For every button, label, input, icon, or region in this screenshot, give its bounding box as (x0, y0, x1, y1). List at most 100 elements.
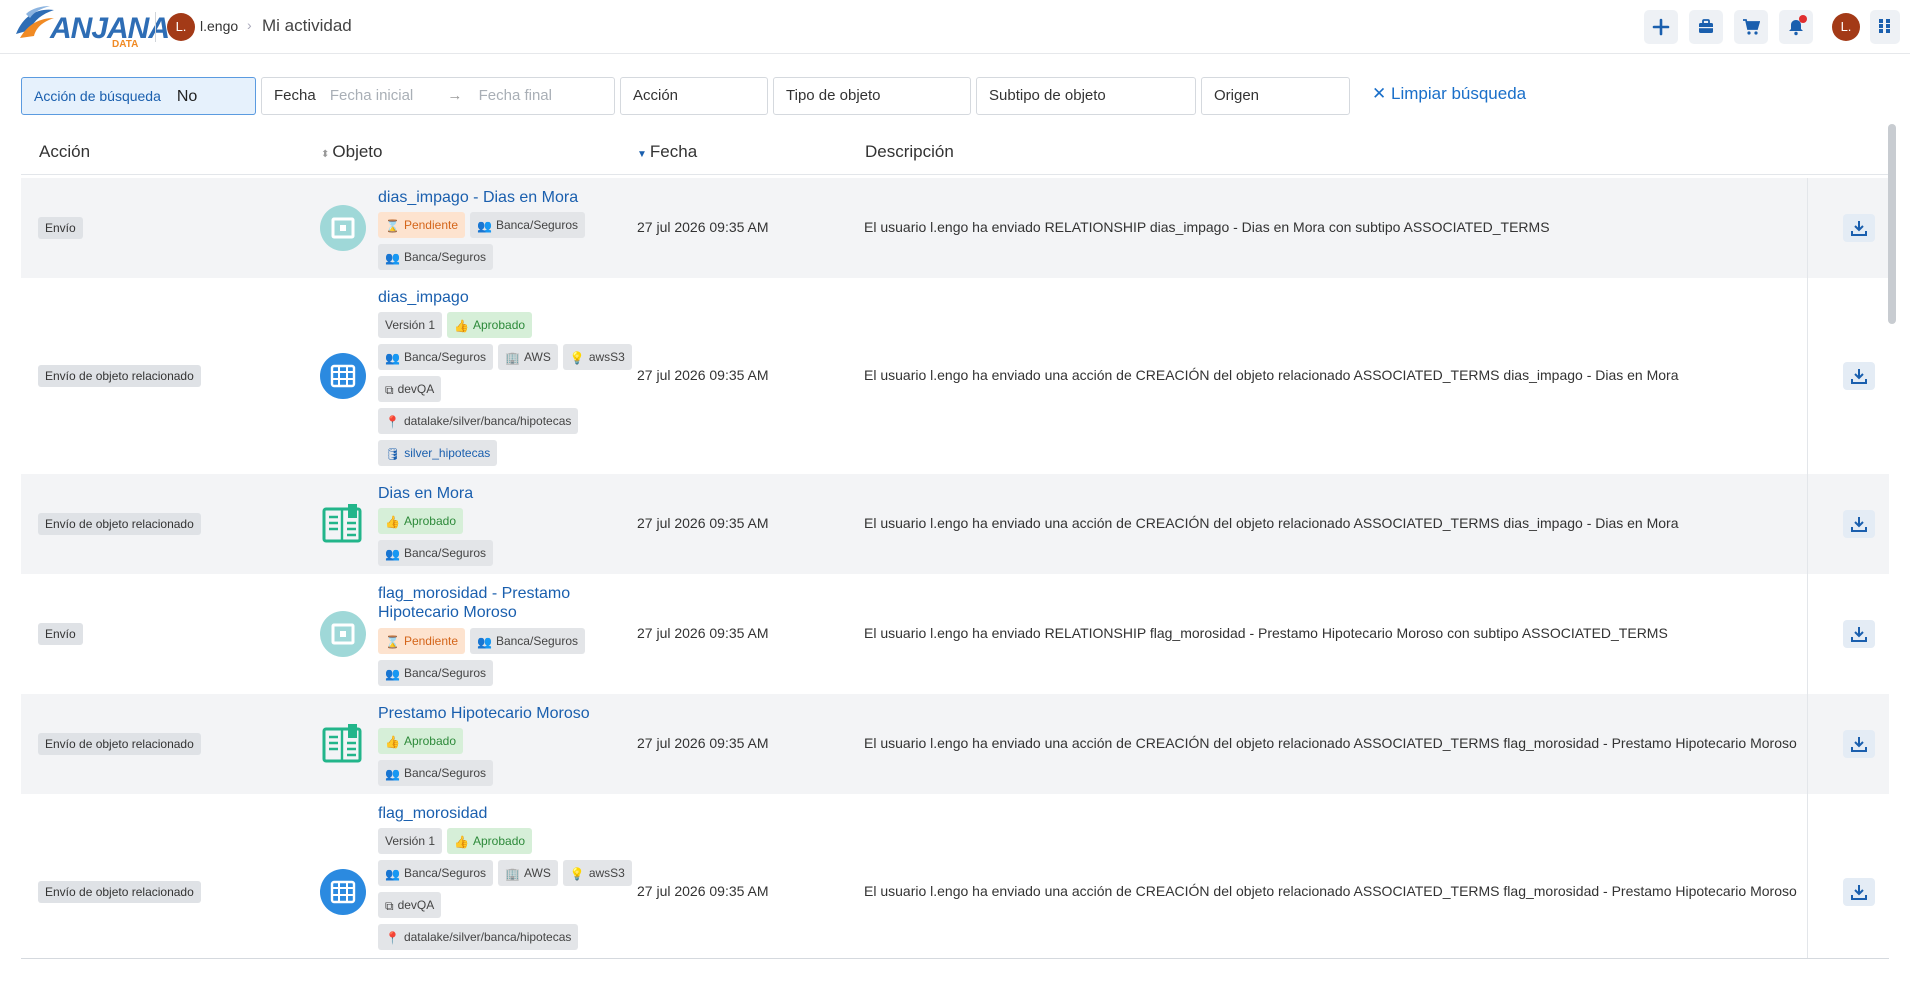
users-icon: 👥 (385, 350, 400, 365)
domain-chip: 👥 Banca/Seguros (378, 244, 494, 270)
glossary-icon (322, 504, 362, 543)
domain-chip: 👥 Banca/Seguros (378, 760, 494, 786)
table-row[interactable]: Envío de objeto relacionado dias_impago … (21, 278, 1889, 474)
table-row[interactable]: Envío de objeto relacionado Prestamo Hip… (21, 694, 1889, 794)
download-icon (1851, 627, 1867, 642)
logo-text: ANJANA (50, 12, 170, 45)
column-header-date-label: Fecha (649, 142, 698, 161)
row-description: El usuario l.engo ha enviado una acción … (864, 515, 1679, 531)
row-date: 27 jul 2026 09:35 AM (637, 367, 769, 383)
sort-icon: ⬍ (321, 149, 330, 160)
object-title-link[interactable]: Prestamo Hipotecario Moroso (378, 704, 628, 723)
cart-button[interactable] (1734, 10, 1768, 44)
table-bottom-border (21, 958, 1889, 959)
object-title-link[interactable]: Dias en Mora (378, 484, 628, 503)
create-button[interactable] (1644, 10, 1678, 44)
row-description: El usuario l.engo ha enviado una acción … (864, 367, 1679, 383)
table-icon (320, 869, 366, 915)
hourglass-icon: ⌛ (385, 218, 400, 233)
users-icon: 👥 (385, 666, 400, 681)
row-description: El usuario l.engo ha enviado una acción … (864, 883, 1797, 899)
download-button[interactable] (1843, 362, 1875, 390)
column-header-object[interactable]: ⬍ Objeto (321, 142, 382, 162)
users-icon: 👥 (477, 634, 492, 649)
date-end-input[interactable]: Fecha final (479, 87, 552, 104)
row-date: 27 jul 2026 09:35 AM (637, 735, 769, 751)
object-subtype-filter-label: Subtipo de objeto (989, 87, 1106, 104)
notifications-button[interactable] (1779, 10, 1813, 44)
breadcrumb-user-name[interactable]: l.engo (200, 18, 238, 34)
object-chips: Versión 1 👍 Aprobado 👥 Banca/Seguros 🏢 AWS 💡 aws… (378, 312, 638, 472)
path-chip: 📍 datalake/silver/banca/hipotecas (378, 408, 579, 434)
table-row[interactable]: Envío de objeto relacionado Dias en Mora… (21, 474, 1889, 574)
date-start-input[interactable]: Fecha inicial (330, 87, 413, 104)
column-header-action[interactable]: Acción (39, 142, 90, 162)
database-icon: 🛢 (385, 446, 401, 461)
vertical-scrollbar[interactable] (1888, 124, 1896, 324)
domain-chip: 👥 Banca/Seguros (470, 212, 586, 238)
cart-icon (1743, 19, 1761, 35)
column-header-date[interactable]: ▼ Fecha (637, 142, 697, 162)
thumbs-up-icon: 👍 (454, 318, 469, 333)
domain-chip: 👥 Banca/Seguros (470, 628, 586, 654)
provider-chip: 🏢 AWS (498, 344, 558, 370)
download-button[interactable] (1843, 878, 1875, 906)
object-title-link[interactable]: flag_morosidad (378, 804, 628, 823)
object-chips: ⌛ Pendiente 👥 Banca/Seguros👥 Banca/Seguros (378, 628, 638, 692)
version-chip: Versión 1 (378, 828, 443, 854)
table-header: Acción ⬍ Objeto ▼ Fecha Descripción (21, 130, 1891, 175)
object-type-filter[interactable]: Tipo de objeto (773, 77, 971, 115)
object-chips: Versión 1 👍 Aprobado 👥 Banca/Seguros 🏢 AWS 💡 aws… (378, 828, 638, 956)
network-icon: ⧉ (385, 382, 394, 397)
search-action-filter[interactable]: Acción de búsqueda No (21, 77, 256, 115)
table-row[interactable]: Envío de objeto relacionado flag_morosid… (21, 794, 1889, 958)
domain-chip: 👥 Banca/Seguros (378, 860, 494, 886)
object-title-link[interactable]: dias_impago (378, 288, 628, 307)
sort-desc-icon: ▼ (637, 149, 647, 160)
download-icon (1851, 369, 1867, 384)
action-filter-label: Acción (633, 87, 679, 104)
domain-chip: 👥 Banca/Seguros (378, 660, 494, 686)
clear-search-button[interactable]: ✕ Limpiar búsqueda (1372, 84, 1526, 104)
download-button[interactable] (1843, 214, 1875, 242)
table-row[interactable]: Envío dias_impago - Dias en Mora ⌛ Pendie… (21, 178, 1889, 278)
user-avatar[interactable]: L. (1832, 13, 1860, 41)
version-chip: Versión 1 (378, 312, 443, 338)
users-icon: 👥 (477, 218, 492, 233)
table-icon (320, 353, 366, 399)
object-title-link[interactable]: dias_impago - Dias en Mora (378, 188, 628, 207)
download-button[interactable] (1843, 620, 1875, 648)
thumbs-up-icon: 👍 (454, 834, 469, 849)
relationship-icon (320, 205, 366, 251)
row-description: El usuario l.engo ha enviado RELATIONSHI… (864, 625, 1668, 641)
object-subtype-filter[interactable]: Subtipo de objeto (976, 77, 1196, 115)
action-tag: Envío de objeto relacionado (38, 365, 201, 387)
origin-filter-label: Origen (1214, 87, 1260, 104)
download-button[interactable] (1843, 510, 1875, 538)
clear-search-label: Limpiar búsqueda (1390, 84, 1527, 103)
status-badge-approved: 👍 Aprobado (447, 312, 533, 338)
origin-filter[interactable]: Origen (1201, 77, 1350, 115)
anjana-logo[interactable]: ANJANA DATA (14, 4, 170, 50)
object-type-filter-label: Tipo de objeto (786, 87, 881, 104)
users-icon: 👥 (385, 546, 400, 561)
environment-chip: ⧉ devQA (378, 892, 442, 918)
date-range-filter[interactable]: Fecha Fecha inicial → Fecha final (261, 77, 615, 115)
plus-icon (1652, 18, 1670, 36)
download-icon (1851, 737, 1867, 752)
download-button[interactable] (1843, 730, 1875, 758)
breadcrumb-user-avatar[interactable]: L. (167, 13, 195, 41)
users-icon: 👥 (385, 866, 400, 881)
action-tag: Envío (38, 217, 83, 239)
hourglass-icon: ⌛ (385, 634, 400, 649)
action-filter[interactable]: Acción (620, 77, 768, 115)
thumbs-up-icon: 👍 (385, 734, 400, 749)
table-row[interactable]: Envío flag_morosidad - Prestamo Hipoteca… (21, 574, 1889, 694)
apps-button[interactable] (1870, 10, 1900, 44)
database-chip[interactable]: 🛢 silver_hipotecas (378, 440, 498, 466)
action-tag: Envío de objeto relacionado (38, 733, 201, 755)
column-header-description[interactable]: Descripción (865, 142, 954, 162)
pin-icon: 📍 (385, 414, 400, 429)
object-title-link[interactable]: flag_morosidad - Prestamo Hipotecario Mo… (378, 584, 628, 622)
briefcase-button[interactable] (1689, 10, 1723, 44)
